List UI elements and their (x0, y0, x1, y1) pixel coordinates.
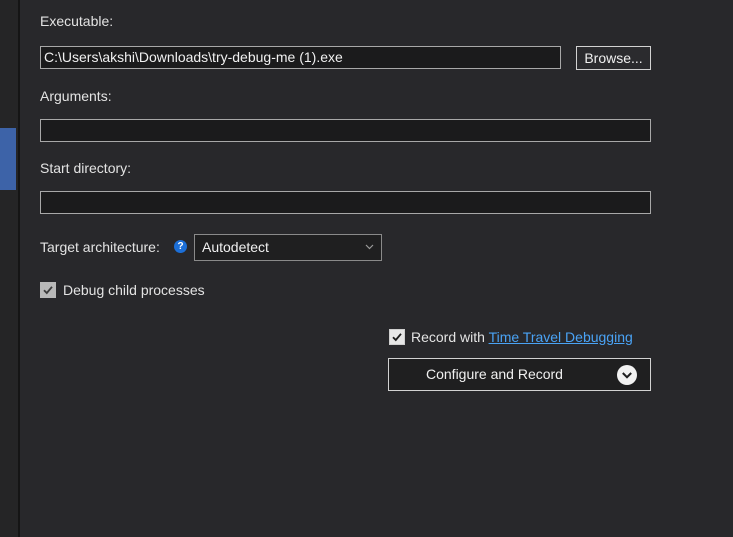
left-navigation-pane (0, 0, 18, 537)
help-icon[interactable]: ? (174, 240, 187, 253)
checkmark-icon (392, 333, 402, 342)
target-architecture-selected: Autodetect (202, 239, 269, 255)
browse-button[interactable]: Browse... (576, 46, 651, 70)
pane-divider (18, 0, 20, 537)
record-with-label: Record with Time Travel Debugging (411, 329, 633, 345)
arguments-label: Arguments: (40, 88, 112, 104)
debug-child-processes-checkbox[interactable] (40, 282, 56, 298)
record-ttd-checkbox[interactable] (389, 329, 405, 345)
target-architecture-dropdown[interactable]: Autodetect (194, 234, 382, 261)
selected-nav-indicator[interactable] (0, 128, 16, 190)
start-directory-label: Start directory: (40, 160, 132, 176)
configure-and-record-button[interactable]: Configure and Record (388, 358, 651, 391)
chevron-down-circle-icon[interactable] (616, 364, 638, 386)
executable-label: Executable: (40, 13, 114, 29)
debug-child-processes-label: Debug child processes (63, 282, 205, 298)
arguments-field[interactable] (40, 119, 651, 142)
record-with-prefix: Record with (411, 329, 489, 345)
checkmark-icon (43, 286, 53, 295)
time-travel-debugging-link[interactable]: Time Travel Debugging (489, 329, 633, 345)
executable-field[interactable]: C:\Users\akshi\Downloads\try-debug-me (1… (40, 46, 561, 69)
start-directory-field[interactable] (40, 191, 651, 214)
chevron-down-icon (365, 244, 374, 250)
target-architecture-label: Target architecture: (40, 239, 160, 255)
configure-and-record-label: Configure and Record (426, 366, 563, 382)
